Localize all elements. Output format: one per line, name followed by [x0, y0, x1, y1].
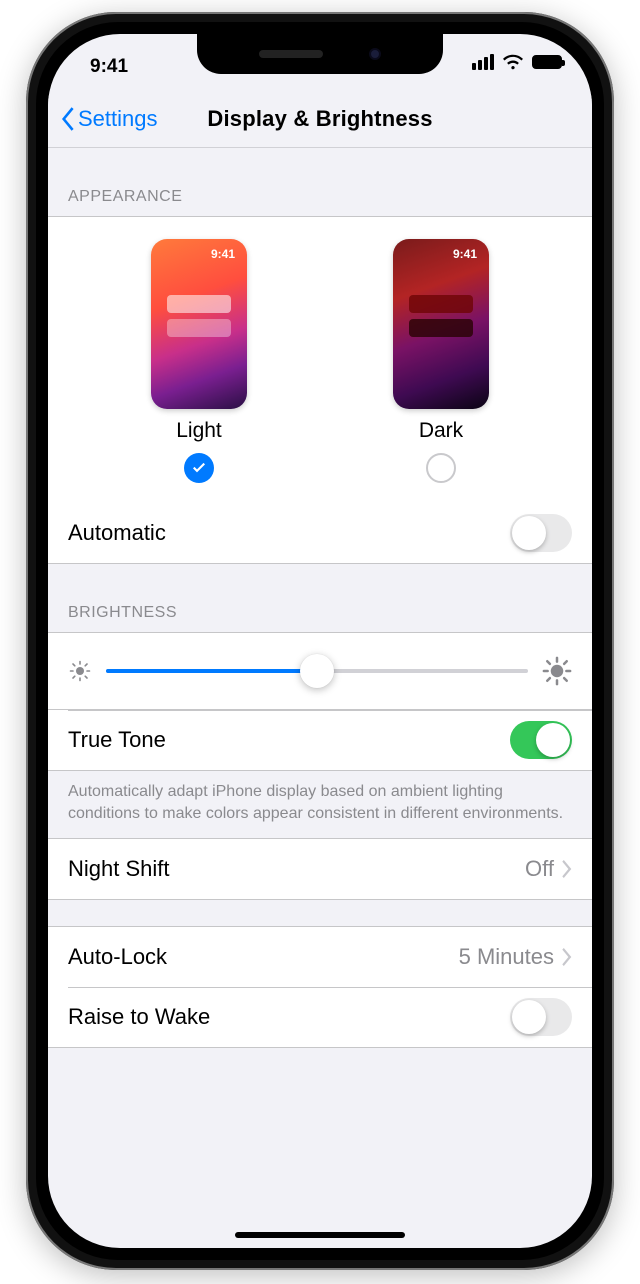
dark-preview: 9:41 — [393, 239, 489, 409]
battery-icon — [532, 55, 562, 69]
screen: 9:41 Settings Display & Brightness — [48, 34, 592, 1248]
truetone-footer: Automatically adapt iPhone display based… — [48, 771, 592, 838]
brightness-slider-row — [48, 633, 592, 710]
chevron-right-icon — [562, 948, 572, 966]
nightshift-value: Off — [525, 856, 554, 882]
appearance-dark[interactable]: 9:41 Dark — [361, 239, 521, 483]
status-time: 9:41 — [90, 56, 128, 78]
nav-bar: Settings Display & Brightness — [48, 94, 592, 148]
automatic-row[interactable]: Automatic — [48, 503, 592, 563]
dark-radio[interactable] — [426, 453, 456, 483]
page-title: Display & Brightness — [48, 106, 592, 132]
raise-switch[interactable] — [510, 998, 572, 1036]
light-label: Light — [176, 419, 222, 443]
slider-thumb[interactable] — [300, 654, 334, 688]
phone-frame: 9:41 Settings Display & Brightness — [26, 12, 614, 1270]
truetone-row[interactable]: True Tone — [48, 710, 592, 770]
nightshift-row[interactable]: Night Shift Off — [48, 839, 592, 899]
autolock-label: Auto-Lock — [68, 944, 167, 970]
light-radio[interactable] — [184, 453, 214, 483]
automatic-switch[interactable] — [510, 514, 572, 552]
dark-label: Dark — [419, 419, 463, 443]
appearance-light[interactable]: 9:41 Light — [119, 239, 279, 483]
settings-scroll[interactable]: APPEARANCE 9:41 Light — [48, 148, 592, 1248]
light-preview: 9:41 — [151, 239, 247, 409]
autolock-group: Auto-Lock 5 Minutes Raise to Wake — [48, 926, 592, 1048]
nightshift-label: Night Shift — [68, 856, 170, 882]
status-bar: 9:41 — [48, 34, 592, 94]
raise-to-wake-row[interactable]: Raise to Wake — [48, 987, 592, 1047]
section-header-appearance: APPEARANCE — [48, 148, 592, 216]
brightness-high-icon — [542, 656, 572, 686]
automatic-label: Automatic — [68, 520, 166, 546]
home-indicator[interactable] — [235, 1232, 405, 1238]
autolock-row[interactable]: Auto-Lock 5 Minutes — [48, 927, 592, 987]
wifi-icon — [502, 54, 524, 70]
appearance-group: 9:41 Light 9:41 — [48, 216, 592, 564]
truetone-switch[interactable] — [510, 721, 572, 759]
raise-label: Raise to Wake — [68, 1004, 210, 1030]
check-icon — [190, 459, 208, 477]
chevron-right-icon — [562, 860, 572, 878]
brightness-slider[interactable] — [106, 655, 528, 687]
cellular-icon — [472, 54, 494, 70]
nightshift-group: Night Shift Off — [48, 838, 592, 900]
brightness-low-icon — [68, 659, 92, 683]
autolock-value: 5 Minutes — [459, 944, 554, 970]
brightness-group: True Tone — [48, 632, 592, 771]
section-header-brightness: BRIGHTNESS — [48, 564, 592, 632]
truetone-label: True Tone — [68, 727, 166, 753]
